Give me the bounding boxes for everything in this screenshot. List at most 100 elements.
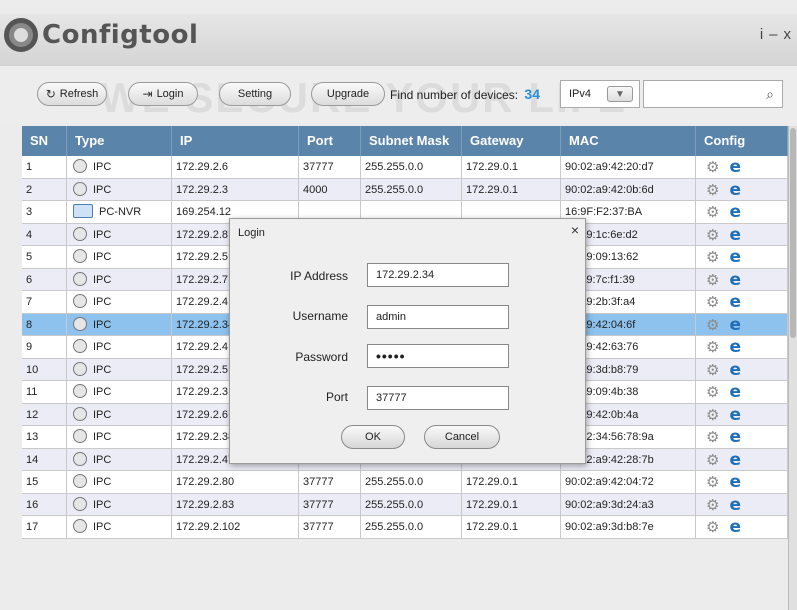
column-header-ip[interactable]: IP: [172, 126, 299, 156]
web-browser-icon[interactable]: e: [729, 359, 741, 381]
cell-mac-text: 90:02:a9:3d:24:a3: [565, 498, 654, 511]
cell-type: IPC: [67, 493, 172, 515]
camera-device-icon: [73, 159, 87, 173]
cell-sn-text: 16: [26, 498, 39, 511]
column-header-mac[interactable]: MAC: [561, 126, 696, 156]
table-row[interactable]: 17 IPC 172.29.2.102 37777 255.255.0.0 172.29.…: [22, 516, 788, 539]
refresh-button[interactable]: ↻ Refresh: [37, 82, 107, 106]
vertical-scrollbar[interactable]: [788, 126, 797, 610]
gear-icon[interactable]: ⚙: [706, 202, 719, 223]
cell-type: IPC: [67, 178, 172, 200]
search-icon[interactable]: ⌕: [760, 84, 780, 104]
column-header-sn[interactable]: SN: [22, 126, 67, 156]
table-row[interactable]: 15 IPC 172.29.2.80 37777 255.255.0.0 172.29.0…: [22, 471, 788, 494]
minimize-button[interactable]: –: [769, 26, 777, 43]
gear-icon[interactable]: ⚙: [706, 360, 719, 381]
cell-gateway: 172.29.0.1: [462, 156, 561, 178]
gear-icon[interactable]: ⚙: [706, 180, 719, 201]
cell-type: IPC: [67, 268, 172, 290]
scrollbar-thumb[interactable]: [790, 128, 796, 338]
upgrade-button[interactable]: Upgrade: [311, 82, 385, 106]
web-browser-icon[interactable]: e: [729, 224, 741, 246]
cell-port: 4000: [299, 178, 361, 200]
cell-sn: 6: [22, 268, 67, 290]
web-browser-icon[interactable]: e: [729, 314, 741, 336]
gear-icon[interactable]: ⚙: [706, 157, 719, 178]
cell-type: IPC: [67, 336, 172, 358]
web-browser-icon[interactable]: e: [729, 426, 741, 448]
web-browser-icon[interactable]: e: [729, 201, 741, 223]
table-row[interactable]: 1 IPC 172.29.2.6 37777 255.255.0.0 172.29.0.1…: [22, 156, 788, 179]
column-header-port[interactable]: Port: [299, 126, 361, 156]
cell-subnet-mask: 255.255.0.0: [361, 471, 462, 493]
gear-icon[interactable]: ⚙: [706, 225, 719, 246]
gear-icon[interactable]: ⚙: [706, 315, 719, 336]
web-browser-icon[interactable]: e: [729, 381, 741, 403]
gear-icon[interactable]: ⚙: [706, 495, 719, 516]
table-row[interactable]: 2 IPC 172.29.2.3 4000 255.255.0.0 172.29.0.1 9…: [22, 178, 788, 201]
cell-sn-text: 7: [26, 296, 33, 308]
port-label: Port: [325, 390, 348, 404]
ip-address-field[interactable]: 172.29.2.34: [367, 263, 509, 287]
camera-device-icon: [73, 496, 87, 511]
gear-icon[interactable]: ⚙: [706, 517, 719, 538]
camera-device-icon: [73, 361, 87, 376]
column-header-gateway[interactable]: Gateway: [462, 126, 561, 156]
ok-button[interactable]: OK: [341, 425, 405, 449]
cancel-button[interactable]: Cancel: [424, 425, 500, 449]
cell-type: IPC: [67, 246, 172, 268]
port-field[interactable]: 37777: [367, 386, 509, 410]
username-label: Username: [292, 309, 348, 323]
web-browser-icon[interactable]: e: [729, 156, 741, 178]
web-browser-icon[interactable]: e: [729, 494, 741, 516]
cell-sn: 14: [22, 448, 67, 470]
cell-type: IPC: [67, 403, 172, 425]
web-browser-icon[interactable]: e: [729, 449, 741, 471]
gear-icon[interactable]: ⚙: [706, 427, 719, 448]
gear-icon[interactable]: ⚙: [706, 382, 719, 403]
column-header-type[interactable]: Type: [67, 126, 172, 156]
close-icon[interactable]: ×: [571, 222, 579, 238]
cell-sn-text: 11: [26, 386, 38, 398]
table-row[interactable]: 16 IPC 172.29.2.83 37777 255.255.0.0 172.29.0…: [22, 493, 788, 516]
web-browser-icon[interactable]: e: [729, 269, 741, 291]
close-button[interactable]: x: [784, 26, 792, 43]
cell-mac-text: 90:02:a9:42:20:d7: [565, 161, 654, 173]
cell-mac: 90:02:a9:3d:24:a3: [561, 493, 696, 515]
cell-port-text: 37777: [303, 498, 334, 511]
gear-icon[interactable]: ⚙: [706, 270, 719, 291]
gear-icon[interactable]: ⚙: [706, 472, 719, 493]
cell-sn: 11: [22, 381, 67, 403]
table-header: SN Type IP Port Subnet Mask Gateway MAC …: [22, 126, 788, 156]
gear-icon[interactable]: ⚙: [706, 405, 719, 426]
password-field[interactable]: •••••: [367, 344, 509, 368]
camera-device-icon: [73, 519, 87, 533]
gear-icon[interactable]: ⚙: [706, 450, 719, 471]
cell-ip-text: 172.29.2.4: [176, 296, 228, 308]
gear-icon[interactable]: ⚙: [706, 337, 719, 358]
web-browser-icon[interactable]: e: [729, 336, 741, 358]
column-header-subnet-mask[interactable]: Subnet Mask: [361, 126, 462, 156]
cell-type: IPC: [67, 471, 172, 493]
login-button[interactable]: ⇥ Login: [128, 82, 198, 106]
web-browser-icon[interactable]: e: [729, 404, 741, 426]
web-browser-icon[interactable]: e: [729, 516, 741, 538]
web-browser-icon[interactable]: e: [729, 179, 741, 201]
cell-gateway: 172.29.0.1: [462, 493, 561, 515]
column-header-config[interactable]: Config: [696, 126, 788, 156]
cell-port: 37777: [299, 156, 361, 178]
web-browser-icon[interactable]: e: [729, 291, 741, 313]
gear-icon[interactable]: ⚙: [706, 247, 719, 268]
web-browser-icon[interactable]: e: [729, 246, 741, 268]
cell-port-text: 37777: [303, 521, 334, 533]
username-field[interactable]: admin: [367, 305, 509, 329]
camera-device-icon: [73, 451, 87, 466]
cell-ip-text: 172.29.2.8: [176, 228, 228, 241]
gear-icon[interactable]: ⚙: [706, 292, 719, 313]
cell-sn-text: 2: [26, 183, 33, 196]
web-browser-icon[interactable]: e: [729, 471, 741, 493]
chevron-down-icon[interactable]: ▼: [607, 86, 633, 102]
ip-version-select[interactable]: IPv4 ▼: [560, 80, 640, 108]
setting-button[interactable]: Setting: [219, 82, 291, 106]
info-icon[interactable]: i: [760, 26, 763, 43]
